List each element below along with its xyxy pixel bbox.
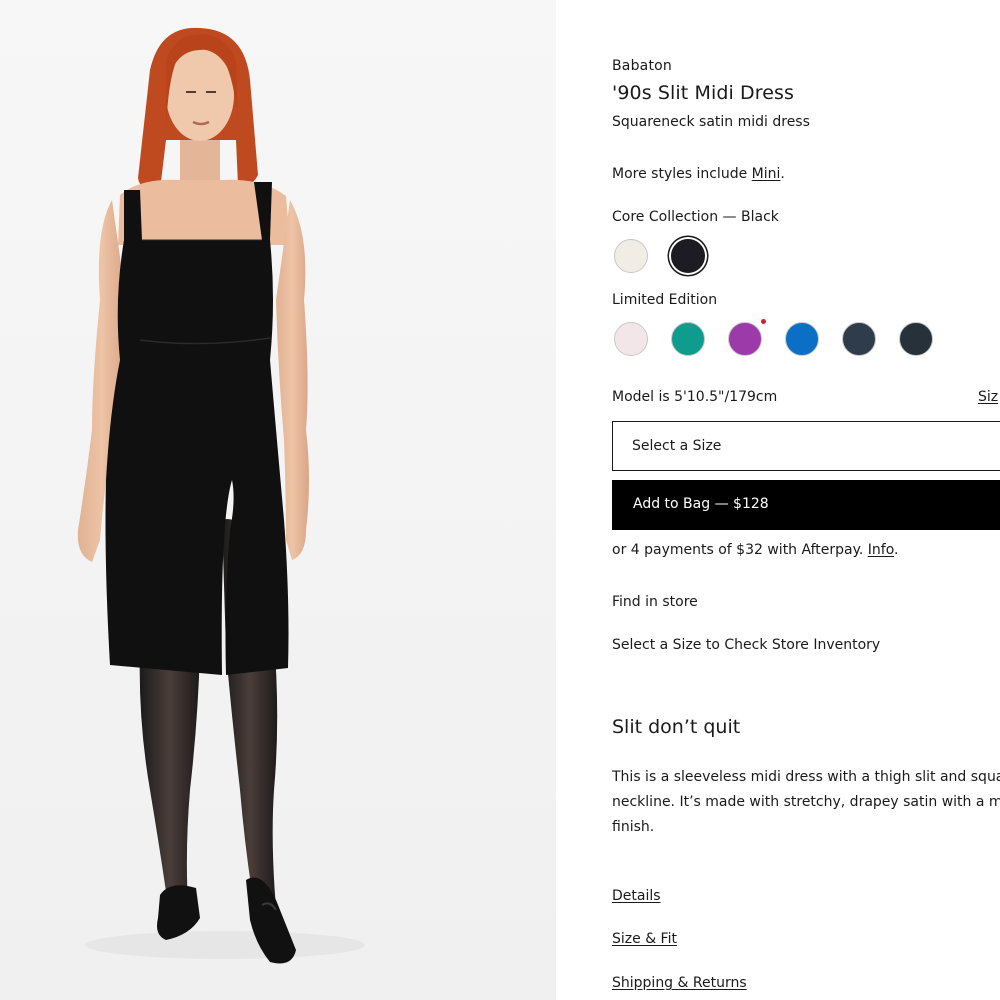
product-subtitle: Squareneck satin midi dress bbox=[612, 114, 810, 130]
more-styles-text: More styles include Mini. bbox=[612, 166, 785, 182]
description-body: This is a sleeveless midi dress with a t… bbox=[612, 765, 1000, 840]
description-line: finish. bbox=[612, 819, 655, 835]
limited-edition-label: Limited Edition bbox=[612, 292, 718, 308]
size-select[interactable]: Select a Size bbox=[612, 421, 1000, 471]
color-swatch-purple[interactable] bbox=[728, 322, 762, 356]
size-guide-link[interactable]: Siz bbox=[978, 389, 998, 405]
new-indicator-dot bbox=[761, 319, 766, 324]
check-store-inventory-text: Select a Size to Check Store Inventory bbox=[612, 637, 881, 653]
more-styles-suffix: . bbox=[780, 166, 785, 182]
brand-name[interactable]: Babaton bbox=[612, 58, 672, 74]
afterpay-suffix: . bbox=[894, 542, 899, 558]
details-accordion[interactable]: Details bbox=[612, 888, 661, 904]
size-select-placeholder: Select a Size bbox=[632, 438, 722, 454]
color-swatch-navy-slate[interactable] bbox=[842, 322, 876, 356]
color-swatch-black[interactable] bbox=[671, 239, 705, 273]
product-title: '90s Slit Midi Dress bbox=[612, 82, 795, 104]
description-line: neckline. It’s made with stretchy, drape… bbox=[612, 794, 1000, 810]
afterpay-info-link[interactable]: Info bbox=[868, 542, 894, 558]
description-line: This is a sleeveless midi dress with a t… bbox=[612, 769, 1000, 785]
color-swatch-charcoal[interactable] bbox=[899, 322, 933, 356]
find-in-store-link[interactable]: Find in store bbox=[612, 594, 698, 610]
color-swatch-pale-pink[interactable] bbox=[614, 322, 648, 356]
shipping-returns-accordion[interactable]: Shipping & Returns bbox=[612, 975, 747, 991]
core-collection-label: Core Collection — Black bbox=[612, 209, 779, 225]
model-size-info: Model is 5'10.5"/179cm bbox=[612, 389, 778, 405]
afterpay-message: or 4 payments of $32 with Afterpay. bbox=[612, 542, 868, 558]
size-fit-accordion[interactable]: Size & Fit bbox=[612, 931, 677, 947]
description-heading: Slit don’t quit bbox=[612, 716, 741, 738]
afterpay-text: or 4 payments of $32 with Afterpay. Info… bbox=[612, 542, 898, 558]
color-swatch-teal[interactable] bbox=[671, 322, 705, 356]
more-styles-prefix: More styles include bbox=[612, 166, 752, 182]
color-swatch-blue[interactable] bbox=[785, 322, 819, 356]
color-swatch-ivory[interactable] bbox=[614, 239, 648, 273]
product-image[interactable] bbox=[0, 0, 556, 1000]
add-to-bag-label: Add to Bag — $128 bbox=[633, 496, 769, 512]
more-styles-mini-link[interactable]: Mini bbox=[752, 166, 781, 182]
model-wearing-dress-illustration bbox=[0, 0, 556, 1000]
product-details-panel: Babaton '90s Slit Midi Dress Squareneck … bbox=[556, 0, 1000, 1000]
add-to-bag-button[interactable]: Add to Bag — $128 bbox=[612, 480, 1000, 530]
